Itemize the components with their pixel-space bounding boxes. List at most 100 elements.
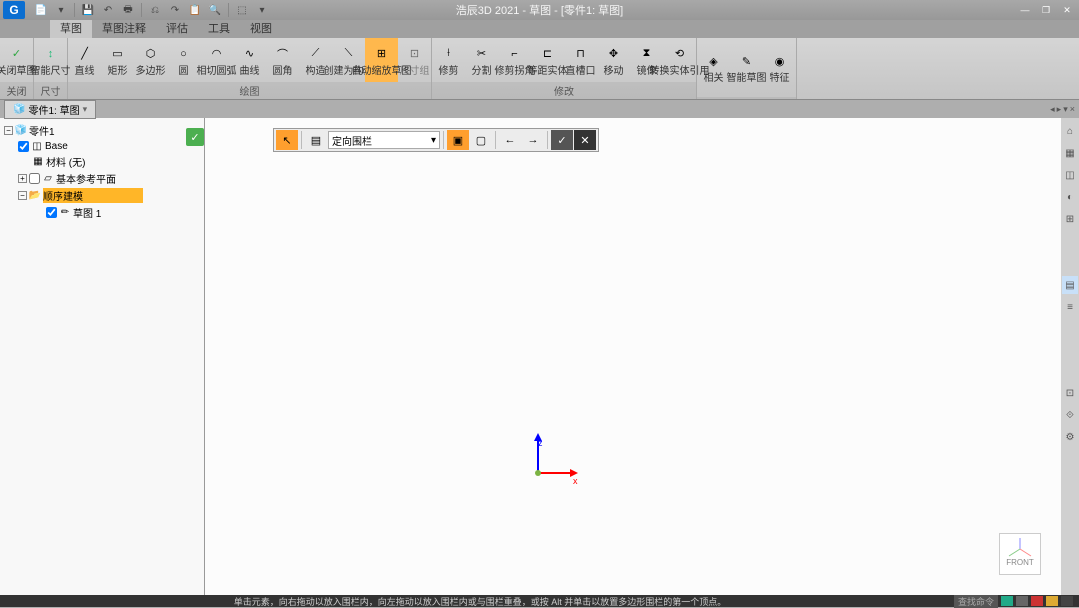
view-cube[interactable]: FRONT [999,533,1041,575]
nav-menu-icon[interactable]: ▾ [1063,104,1068,115]
smart-sketch-label: 智能草图 [727,73,767,84]
save-icon[interactable]: 💾 [79,2,97,18]
part-icon: 🧊 [15,125,27,137]
tab-evaluate[interactable]: 评估 [156,18,198,38]
convert-icon: ⟲ [670,44,690,64]
fillet-button[interactable]: ⌒圆角 [266,38,299,82]
tangent-arc-icon: ◠ [207,44,227,64]
undo-icon[interactable]: ↶ [99,2,117,18]
move-button[interactable]: ✥移动 [597,38,630,82]
smart-dim-label: 智能尺寸 [31,66,71,77]
status-chip-3[interactable] [1031,596,1043,606]
select-icon[interactable]: ⬚ [233,2,251,18]
rsb-shade-icon[interactable]: ◐ [1062,188,1078,206]
rsb-dims-icon[interactable]: ⟐ [1062,406,1078,424]
tree-root[interactable]: − 🧊 零件1 [4,122,200,139]
prev-button[interactable]: ← [499,130,521,150]
smart-dim-button[interactable]: ↕智能尺寸 [34,38,67,82]
auto-scale-button[interactable]: ⊞自动缩放草图 [365,38,398,82]
expander-icon[interactable]: + [18,174,27,183]
rsb-wire-icon[interactable]: ⊞ [1062,210,1078,228]
fence-inside-button[interactable]: ▣ [447,130,469,150]
relations-label: 相关 [704,73,724,84]
tree-sketch1[interactable]: ✏ 草图 1 [4,204,200,221]
minimize-button[interactable]: — [1015,3,1035,17]
ribbon-group-label: 关闭 [0,82,33,99]
command-search[interactable]: 查找命令 [954,595,998,608]
status-chip-1[interactable] [1001,596,1013,606]
rsb-settings-icon[interactable]: ⚙ [1062,428,1078,446]
select-mode-button[interactable]: ↖ [276,130,298,150]
rsb-box-icon[interactable]: ◫ [1062,166,1078,184]
tab-tools[interactable]: 工具 [198,18,240,38]
offset-button[interactable]: ⊏等距实体 [531,38,564,82]
trim-corner-button[interactable]: ⌐修剪拐角 [498,38,531,82]
tab-annotation[interactable]: 草图注释 [92,18,156,38]
circle-button[interactable]: ○圆 [167,38,200,82]
tree-refplane[interactable]: + ▱ 基本参考平面 [4,170,200,187]
relations-button[interactable]: ◈相关 [697,38,730,97]
split-button[interactable]: ✂分割 [465,38,498,82]
polygon-button[interactable]: ⬡多边形 [134,38,167,82]
features-icon: ◉ [770,51,790,71]
tree-material[interactable]: ▦ 材料 (无) [4,153,200,170]
document-tab[interactable]: 🧊 零件1: 草图 ▾ [4,100,96,119]
split-label: 分割 [472,66,492,77]
dropdown-icon[interactable]: ▾ [52,2,70,18]
fence-overlap-button[interactable]: ▢ [470,130,492,150]
close-sketch-button[interactable]: ✓关闭草图 [0,38,33,82]
accept-button[interactable]: ✓ [551,130,573,150]
rsb-home-icon[interactable]: ⌂ [1062,122,1078,140]
slot-label: 直槽口 [566,66,596,77]
undo2-icon[interactable]: ⎌ [146,2,164,18]
rect-label: 矩形 [108,66,128,77]
trim-button[interactable]: ⟊修剪 [432,38,465,82]
rsb-collapse-icon[interactable]: ≡ [1062,298,1078,316]
expander-icon[interactable]: − [18,191,27,200]
tangent-arc-button[interactable]: ◠相切圆弧 [200,38,233,82]
status-chip-5[interactable] [1061,596,1073,606]
smart-sketch-button[interactable]: ✎智能草图 [730,38,763,97]
print-icon[interactable]: 🖶 [119,2,137,18]
cancel-button[interactable]: ✕ [574,130,596,150]
dropdown2-icon[interactable]: ▾ [253,2,271,18]
dim-grp-button: ⊡尺寸组 [398,38,431,82]
restore-button[interactable]: ❐ [1036,3,1056,17]
close-button[interactable]: ✕ [1057,3,1077,17]
find-icon[interactable]: 🔍 [206,2,224,18]
close-doc-icon[interactable]: ▾ [83,104,88,115]
spline-button[interactable]: ∿曲线 [233,38,266,82]
ribbon-group: ◈相关✎智能草图◉特征 [697,38,797,99]
expander-icon[interactable]: − [4,126,13,135]
tab-sketch[interactable]: 草图 [50,18,92,38]
refplane-checkbox[interactable] [29,173,40,184]
paste-icon[interactable]: 📋 [186,2,204,18]
nav-close-icon[interactable]: × [1070,104,1075,115]
rect-button[interactable]: ▭矩形 [101,38,134,82]
tab-view[interactable]: 视图 [240,18,282,38]
sketch1-checkbox[interactable] [46,207,57,218]
redo-icon[interactable]: ↷ [166,2,184,18]
tree-base[interactable]: ◫ Base [4,139,200,153]
slot-button[interactable]: ⊓直槽口 [564,38,597,82]
rsb-views-icon[interactable]: ▦ [1062,144,1078,162]
tree-seqmodel[interactable]: − 📂 顺序建模 [4,187,200,204]
rsb-relations-icon[interactable]: ⊡ [1062,384,1078,402]
accept-tree-button[interactable]: ✓ [186,128,204,146]
status-chip-2[interactable] [1016,596,1028,606]
drawing-canvas[interactable]: ↖ ▤ 定向围栏 ▾ ▣ ▢ ← → ✓ ✕ [205,118,1061,595]
line-button[interactable]: ╱直线 [68,38,101,82]
rsb-layers-icon[interactable]: ▤ [1062,276,1078,294]
ribbon-group-label: 绘图 [68,82,431,99]
new-file-icon[interactable]: 📄 [32,2,50,18]
filter-button[interactable]: ▤ [305,130,327,150]
status-chip-4[interactable] [1046,596,1058,606]
fence-type-combo[interactable]: 定向围栏 ▾ [328,131,440,149]
nav-right-icon[interactable]: ▸ [1057,104,1062,115]
features-button[interactable]: ◉特征 [763,38,796,97]
base-checkbox[interactable] [18,141,29,152]
convert-button[interactable]: ⟲转换实体引用 [663,38,696,82]
close-sketch-icon: ✓ [7,44,27,64]
nav-left-icon[interactable]: ◂ [1050,104,1055,115]
next-button[interactable]: → [522,130,544,150]
